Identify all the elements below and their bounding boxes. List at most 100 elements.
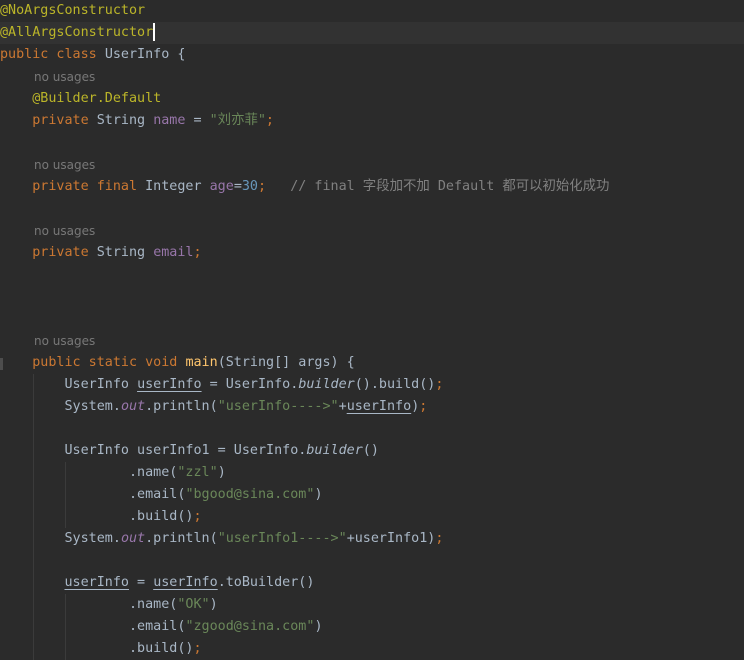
code-token: ().build() [354, 377, 436, 392]
method-call-token: builder [298, 377, 355, 392]
code-token: +userInfo1) [346, 531, 436, 546]
text-caret [153, 23, 156, 41]
code-token: UserInfo { [104, 47, 186, 62]
keyword-token: ; [193, 641, 202, 656]
code-line[interactable]: .build(); [0, 638, 744, 660]
annotation-token: @AllArgsConstructor [0, 25, 154, 40]
blank-line[interactable] [0, 286, 744, 308]
variable-token: userInfo [346, 399, 412, 414]
code-token: (String[] args) { [217, 355, 355, 370]
code-token: .email( [0, 487, 186, 502]
blank-line[interactable] [0, 550, 744, 572]
string-token: "bgood@sina.com" [185, 487, 315, 502]
code-token: .println( [145, 531, 218, 546]
code-token: UserInfo userInfo1 = UserInfo. [0, 443, 307, 458]
code-line[interactable]: @NoArgsConstructor [0, 0, 744, 22]
static-field-token: out [120, 399, 146, 414]
keyword-token: ; [435, 531, 444, 546]
string-token: "userInfo---->" [217, 399, 339, 414]
code-token: String [96, 113, 154, 128]
code-line[interactable]: .email("zgood@sina.com") [0, 616, 744, 638]
keyword-token: public static void [32, 355, 186, 370]
field-token: name [153, 113, 186, 128]
blank-line[interactable] [0, 264, 744, 286]
usages-hint[interactable]: no usages [34, 220, 95, 242]
code-token: + [338, 399, 347, 414]
variable-token: userInfo [137, 377, 202, 392]
code-line[interactable]: @Builder.Default [0, 88, 744, 110]
keyword-token: private [32, 245, 97, 260]
keyword-token: ; [258, 179, 267, 194]
annotation-token: @Builder.Default [32, 91, 162, 106]
code-token: Integer [145, 179, 210, 194]
usages-hint[interactable]: no usages [34, 330, 95, 352]
keyword-token: public class [0, 47, 105, 62]
code-token: System. [0, 531, 121, 546]
number-token: 30 [241, 179, 258, 194]
code-token: String [96, 245, 154, 260]
code-editor[interactable]: @NoArgsConstructor @AllArgsConstructor pub… [0, 0, 744, 660]
keyword-token: private final [32, 179, 146, 194]
code-token: .toBuilder() [217, 575, 315, 590]
code-line[interactable]: System.out.println("userInfo1---->"+user… [0, 528, 744, 550]
code-token: .build() [0, 641, 194, 656]
keyword-token: ; [435, 377, 444, 392]
code-token: .println( [145, 399, 218, 414]
code-token: = [233, 179, 242, 194]
string-token: "userInfo1---->" [217, 531, 347, 546]
variable-token: userInfo [153, 575, 218, 590]
code-line[interactable]: System.out.println("userInfo---->"+userI… [0, 396, 744, 418]
code-line[interactable]: UserInfo userInfo = UserInfo.builder().b… [0, 374, 744, 396]
comment-token: // final 字段加不加 Default 都可以初始化成功 [290, 179, 610, 194]
variable-token: userInfo [64, 575, 130, 590]
blank-line[interactable] [0, 308, 744, 330]
usages-hint[interactable]: no usages [34, 154, 95, 176]
keyword-token: ; [193, 245, 202, 260]
code-token: ) [209, 597, 218, 612]
code-token: .name( [0, 597, 178, 612]
usages-hint[interactable]: no usages [34, 66, 95, 88]
code-token: = [129, 575, 154, 590]
annotation-token: @NoArgsConstructor [0, 3, 146, 18]
code-line[interactable]: .name("zzl") [0, 462, 744, 484]
code-token: ) [314, 619, 323, 634]
code-token: .build() [0, 509, 194, 524]
code-line[interactable]: .build(); [0, 506, 744, 528]
code-line[interactable]: private String name = "刘亦菲"; [0, 110, 744, 132]
code-line[interactable]: private final Integer age=30; // final 字… [0, 176, 744, 198]
string-token: "刘亦菲" [209, 113, 266, 128]
blank-line[interactable] [0, 418, 744, 440]
field-token: email [153, 245, 194, 260]
code-token: UserInfo [0, 377, 138, 392]
code-line[interactable]: .name("OK") [0, 594, 744, 616]
static-field-token: out [120, 531, 146, 546]
code-line-current[interactable]: @AllArgsConstructor [0, 22, 744, 44]
keyword-token: private [32, 113, 97, 128]
method-call-token: builder [306, 443, 363, 458]
code-token: ) [314, 487, 323, 502]
code-token: ) [217, 465, 226, 480]
blank-line[interactable] [0, 198, 744, 220]
blank-line[interactable] [0, 132, 744, 154]
keyword-token: ; [193, 509, 202, 524]
field-token: age [209, 179, 234, 194]
code-token: = [185, 113, 210, 128]
code-line[interactable]: public class UserInfo { [0, 44, 744, 66]
code-line[interactable]: .email("bgood@sina.com") [0, 484, 744, 506]
code-line[interactable]: userInfo = userInfo.toBuilder() [0, 572, 744, 594]
code-token: .email( [0, 619, 186, 634]
string-token: "OK" [177, 597, 210, 612]
code-token: System. [0, 399, 121, 414]
code-token: .name( [0, 465, 178, 480]
string-token: "zzl" [177, 465, 218, 480]
code-line[interactable]: private String email; [0, 242, 744, 264]
code-token: () [362, 443, 379, 458]
code-line[interactable]: UserInfo userInfo1 = UserInfo.builder() [0, 440, 744, 462]
method-name-token: main [185, 355, 218, 370]
keyword-token: ; [265, 113, 274, 128]
code-line[interactable]: public static void main(String[] args) { [0, 352, 744, 374]
